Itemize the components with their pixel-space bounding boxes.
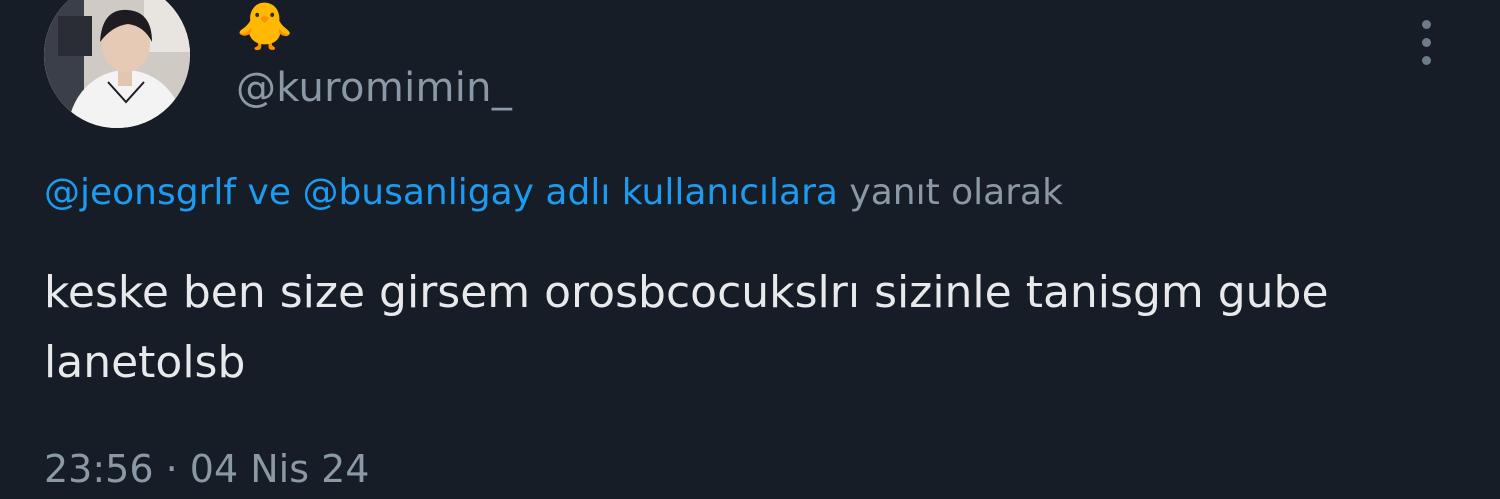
- more-options-button[interactable]: [1402, 14, 1450, 70]
- tweet-text: keske ben size girsem orosbcocukslrı siz…: [44, 267, 1329, 388]
- reply-suffix: yanıt olarak: [849, 172, 1063, 213]
- user-handle[interactable]: @kuromimin_: [236, 64, 512, 112]
- more-vertical-icon-dot: [1421, 55, 1431, 65]
- avatar[interactable]: [44, 0, 190, 128]
- mention-link[interactable]: @jeonsgrlf: [44, 172, 236, 213]
- tweet-timestamp[interactable]: 23:56 · 04 Nis 24: [44, 444, 369, 494]
- more-vertical-icon: [1421, 19, 1431, 29]
- reply-users-link[interactable]: adlı kullanıcılara: [545, 172, 838, 213]
- reply-connector: ve: [247, 172, 291, 213]
- tweet-time: 23:56: [44, 447, 154, 491]
- tweet-date: 04 Nis 24: [189, 447, 370, 491]
- timestamp-separator: ·: [165, 447, 178, 491]
- display-name[interactable]: 🐥: [236, 0, 293, 54]
- reply-context: @jeonsgrlf ve @busanligay adlı kullanıcı…: [44, 170, 1063, 216]
- tweet-card: 🐥 @kuromimin_ @jeonsgrlf ve @busanligay …: [0, 0, 1500, 499]
- more-vertical-icon-dot: [1421, 37, 1431, 47]
- mention-link[interactable]: @busanligay: [302, 172, 534, 213]
- avatar-photo: [44, 0, 190, 128]
